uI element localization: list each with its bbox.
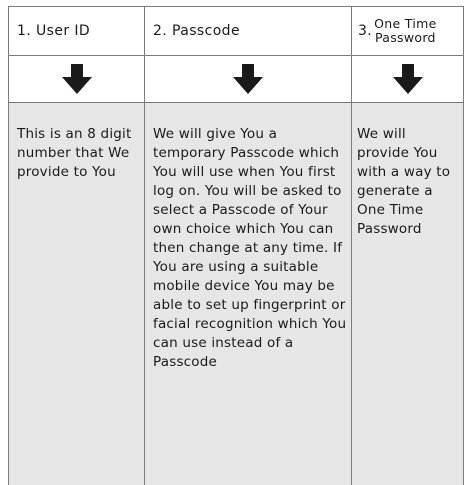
column-user-id: 1. User ID This is an 8 digit number tha… — [8, 0, 145, 485]
description-text: This is an 8 digit number that We provid… — [17, 126, 132, 180]
arrow-row — [8, 56, 145, 102]
description-text: We will give You a temporary Passcode wh… — [153, 126, 347, 370]
step-number: 3. — [358, 23, 373, 39]
header-label: 2. Passcode — [153, 7, 240, 55]
step-title: One Time Password — [374, 17, 436, 45]
header-one-time-password: 3. One Time Password — [352, 6, 464, 56]
header-label: 3. One Time Password — [358, 7, 437, 55]
column-one-time-password: 3. One Time Password We will provide You… — [352, 0, 464, 485]
arrow-row — [352, 56, 464, 102]
step-title: Passcode — [172, 23, 240, 39]
steps-table: 1. User ID This is an 8 digit number tha… — [0, 0, 472, 485]
step-number: 2. — [153, 23, 168, 39]
step-number: 1. — [17, 23, 32, 39]
step-title-line2: Password — [374, 30, 436, 45]
column-passcode: 2. Passcode We will give You a temporary… — [145, 0, 352, 485]
header-label: 1. User ID — [17, 7, 90, 55]
header-passcode: 2. Passcode — [145, 6, 352, 56]
step-title-line1: One Time — [374, 16, 437, 31]
description-cell: We will give You a temporary Passcode wh… — [145, 102, 352, 485]
arrow-down-icon — [392, 64, 423, 94]
arrow-down-icon — [233, 64, 263, 94]
header-user-id: 1. User ID — [8, 6, 145, 56]
arrow-down-icon — [61, 64, 92, 94]
description-cell: This is an 8 digit number that We provid… — [8, 102, 145, 485]
arrow-row — [145, 56, 352, 102]
description-cell: We will provide You with a way to genera… — [352, 102, 464, 485]
step-title: User ID — [36, 23, 91, 39]
description-text: We will provide You with a way to genera… — [357, 126, 451, 237]
